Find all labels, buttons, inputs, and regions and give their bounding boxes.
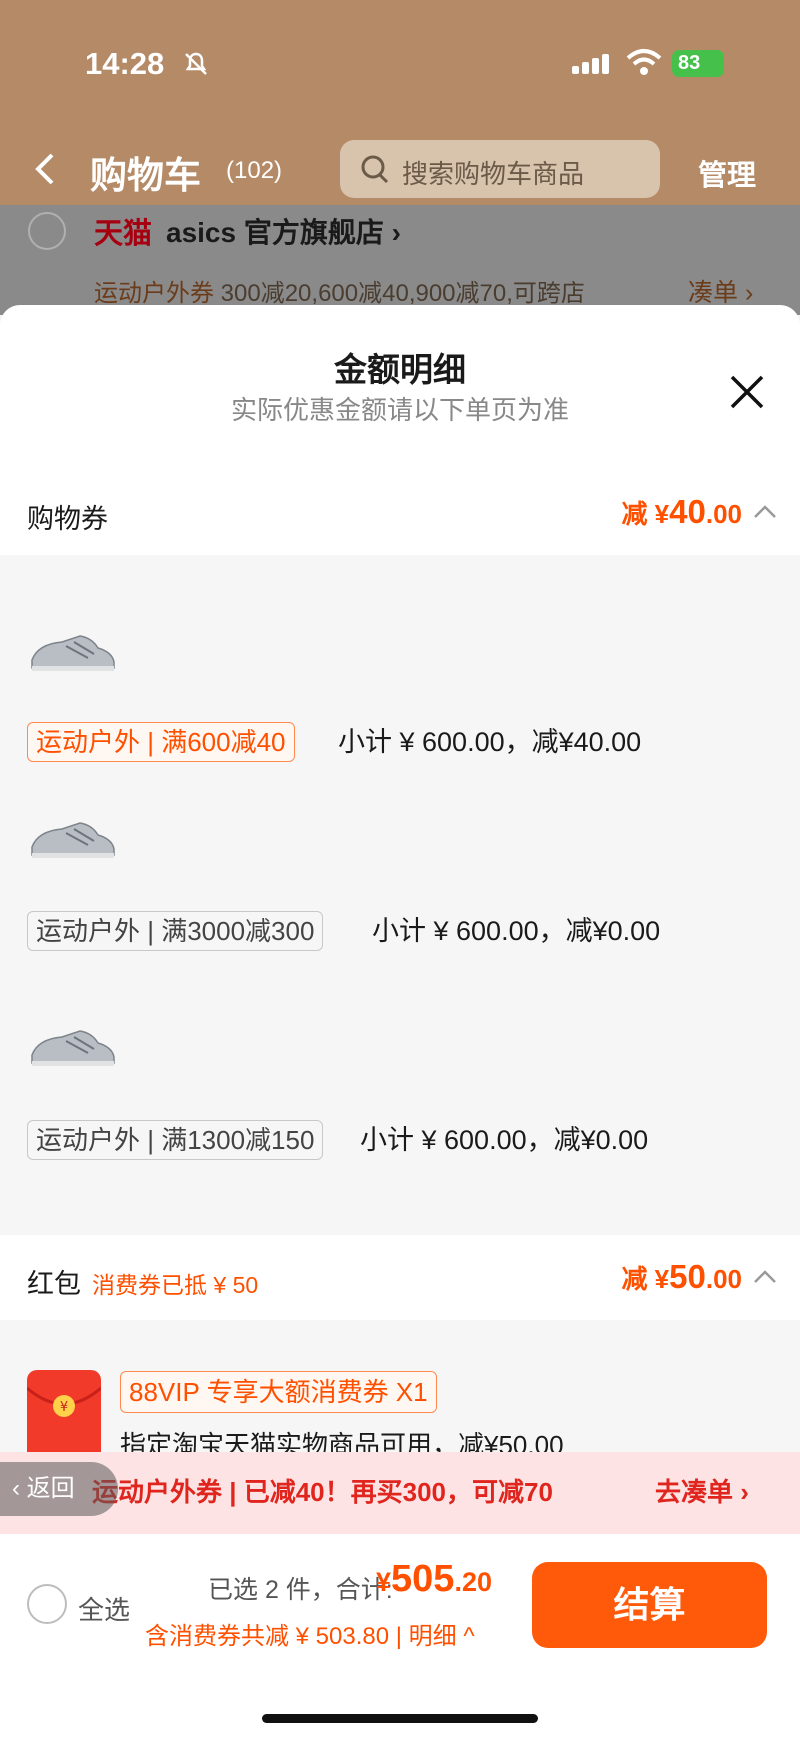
- battery-icon: 83: [672, 50, 724, 77]
- coupon-item: 运动户外 | 满600减40 小计 ¥ 600.00，减¥40.00: [0, 555, 800, 762]
- selected-count: 已选 2 件，合计:: [208, 1576, 393, 1604]
- promo-banner[interactable]: 运动户外券 | 已减40！再买300，可减70 去凑单 ›: [0, 1452, 800, 1534]
- cart-count: (102): [226, 157, 283, 184]
- redpacket-note: 消费券已抵 ¥ 50: [92, 1272, 259, 1298]
- home-indicator: [262, 1714, 538, 1723]
- coupon-tag: 运动户外 | 满1300减150: [27, 1120, 324, 1160]
- coupon-items-area: 运动户外 | 满600减40 小计 ¥ 600.00，减¥40.00 运动户外 …: [0, 555, 800, 1235]
- redpacket-section-amount: 减 ¥50.00: [621, 1258, 742, 1295]
- shoe-thumbnail: [31, 635, 115, 671]
- shop-promo: 运动户外券 300减20,600减40,900减70,可跨店: [94, 273, 585, 308]
- coupon-item: 运动户外 | 满3000减300 小计 ¥ 600.00，减¥0.00: [0, 745, 800, 951]
- manage-button[interactable]: 管理: [698, 152, 756, 194]
- shop-promo-action[interactable]: 凑单 ›: [688, 273, 753, 309]
- coupon-section-amount: 减 ¥40.00: [621, 493, 742, 530]
- sheet-title: 金额明细: [334, 351, 466, 388]
- promo-banner-text: 运动户外券 | 已减40！再买300，可减70: [92, 1477, 553, 1507]
- select-all-radio[interactable]: [27, 1584, 67, 1624]
- shop-promo-text: 300减20,600减40,900减70,可跨店: [220, 280, 585, 307]
- shoe-thumbnail: [31, 1030, 115, 1066]
- page-title: 购物车: [90, 155, 201, 196]
- status-time: 14:28: [85, 46, 165, 81]
- chevron-up-icon[interactable]: [752, 501, 778, 521]
- checkout-button[interactable]: 结算: [532, 1562, 767, 1648]
- silent-bell-icon: [185, 52, 207, 75]
- return-button[interactable]: ‹ 返回: [0, 1462, 118, 1516]
- search-icon: [361, 155, 389, 184]
- return-label: 返回: [26, 1475, 75, 1502]
- wifi-icon: [626, 49, 662, 75]
- search-placeholder: 搜索购物车商品: [402, 159, 585, 189]
- redpacket-section-header[interactable]: 红包 消费券已抵 ¥ 50 减 ¥50.00: [0, 1240, 800, 1320]
- coupon-section-label: 购物券: [27, 504, 108, 534]
- coupon-tag: 运动户外 | 满3000减300: [27, 911, 324, 951]
- chevron-up-icon[interactable]: [752, 1266, 778, 1286]
- redpacket-section-label: 红包: [27, 1269, 81, 1299]
- cart-nav-bar: 购物车 (102) 搜索购物车商品 管理: [0, 135, 800, 205]
- checkout-footer: 全选 已选 2 件，合计: ¥505.20 含消费券共减 ¥ 503.80 | …: [0, 1534, 800, 1739]
- select-all-label[interactable]: 全选: [78, 1590, 130, 1627]
- total-amount: ¥505.20: [376, 1558, 492, 1600]
- coupon-section-header[interactable]: 购物券 减 ¥40.00: [0, 475, 800, 555]
- search-input[interactable]: 搜索购物车商品: [340, 140, 660, 198]
- signal-icon: [572, 54, 612, 74]
- shop-select-radio[interactable]: [28, 212, 66, 250]
- sheet-subtitle: 实际优惠金额请以下单页为准: [230, 395, 569, 425]
- coupon-subtotal: 小计 ¥ 600.00，减¥0.00: [372, 916, 661, 946]
- shop-promo-tag: 运动户外券: [94, 280, 214, 307]
- svg-text:¥: ¥: [60, 1400, 68, 1415]
- coupon-subtotal: 小计 ¥ 600.00，减¥0.00: [360, 1125, 649, 1155]
- close-icon[interactable]: [728, 373, 766, 411]
- shop-name-link[interactable]: asics 官方旗舰店 ›: [166, 211, 401, 251]
- tmall-brand: 天猫: [94, 218, 153, 250]
- shoe-thumbnail: [31, 822, 115, 858]
- coupon-item: 运动户外 | 满1300减150 小计 ¥ 600.00，减¥0.00: [0, 955, 800, 1160]
- savings-detail-link[interactable]: 含消费券共减 ¥ 503.80 | 明细 ^: [145, 1616, 475, 1651]
- redpacket-tag: 88VIP 专享大额消费券 X1: [120, 1371, 437, 1413]
- go-add-items-link[interactable]: 去凑单 ›: [655, 1472, 749, 1509]
- back-chevron-icon[interactable]: [30, 149, 60, 189]
- status-bar: 14:28 83: [0, 40, 800, 90]
